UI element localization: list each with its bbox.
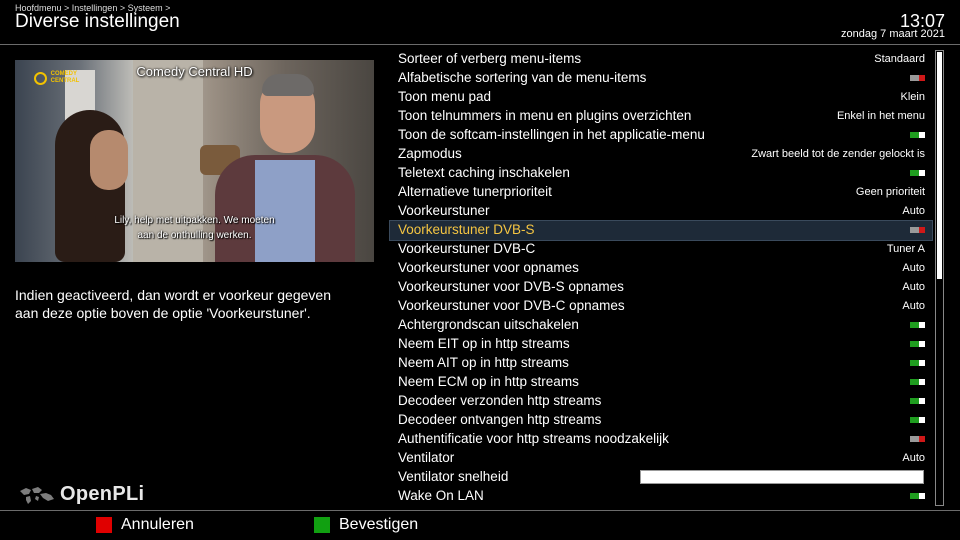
setting-label: Voorkeurstuner DVB-C [398, 241, 536, 256]
channel-name: Comedy Central HD [136, 64, 253, 79]
toggle-switch-icon[interactable] [910, 75, 925, 81]
setting-row[interactable]: Voorkeurstuner DVB-S [389, 220, 933, 241]
setting-label: Decodeer verzonden http streams [398, 393, 602, 408]
setting-row[interactable]: Toon menu pad Klein [390, 88, 932, 107]
subtitle-line-1: Lily, help met uitpakken. We moeten [114, 215, 275, 226]
confirm-label: Bevestigen [339, 516, 419, 533]
setting-row[interactable]: Achtergrondscan uitschakelen [390, 316, 932, 335]
toggle-switch-icon[interactable] [910, 417, 925, 423]
subtitle: Lily, help met uitpakken. We moeten aan … [15, 213, 374, 243]
setting-row[interactable]: Decodeer verzonden http streams [390, 392, 932, 411]
setting-label: Achtergrondscan uitschakelen [398, 317, 579, 332]
setting-label: Voorkeurstuner voor DVB-C opnames [398, 298, 625, 313]
setting-label: Toon menu pad [398, 89, 492, 104]
red-button-icon [96, 517, 112, 533]
setting-value[interactable]: Tuner A [887, 243, 925, 255]
setting-label: Voorkeurstuner voor opnames [398, 260, 579, 275]
setting-row[interactable]: Neem ECM op in http streams [390, 373, 932, 392]
toggle-switch-icon[interactable] [910, 227, 925, 233]
cancel-label: Annuleren [121, 516, 194, 533]
setting-row[interactable]: Sorteer of verberg menu-items Standaard [390, 50, 932, 69]
setting-row[interactable]: Ventilator snelheid [390, 468, 932, 487]
toggle-switch-icon[interactable] [910, 379, 925, 385]
brand-name: OpenPLi [60, 483, 145, 505]
setting-value[interactable]: Auto [902, 300, 925, 312]
setting-row[interactable]: Voorkeurstuner voor opnames Auto [390, 259, 932, 278]
scrollbar-thumb[interactable] [937, 52, 942, 279]
setting-label: Wake On LAN [398, 488, 484, 503]
date: zondag 7 maart 2021 [841, 28, 945, 40]
setting-label: Neem EIT op in http streams [398, 336, 570, 351]
setting-row[interactable]: Voorkeurstuner voor DVB-S opnames Auto [390, 278, 932, 297]
subtitle-line-2: aan de onthulling werken. [137, 230, 252, 241]
setting-row[interactable]: Wake On LAN [390, 487, 932, 506]
setting-label: Neem AIT op in http streams [398, 355, 569, 370]
setting-label: Alfabetische sortering van de menu-items [398, 70, 647, 85]
setting-label: Voorkeurstuner DVB-S [398, 222, 535, 237]
setting-label: Neem ECM op in http streams [398, 374, 579, 389]
description-line-1: Indien geactiveerd, dan wordt er voorkeu… [15, 287, 331, 303]
setting-label: Authentificatie voor http streams noodza… [398, 431, 669, 446]
green-button-icon [314, 517, 330, 533]
setting-row[interactable]: Voorkeurstuner voor DVB-C opnames Auto [390, 297, 932, 316]
page-title: Diverse instellingen [15, 11, 180, 32]
world-map-icon [20, 487, 54, 504]
setting-value[interactable]: Auto [902, 281, 925, 293]
speed-slider[interactable] [640, 470, 924, 484]
setting-value[interactable]: Geen prioriteit [856, 186, 925, 198]
setting-label: Decodeer ontvangen http streams [398, 412, 602, 427]
toggle-switch-icon[interactable] [910, 493, 925, 499]
setting-row[interactable]: Voorkeurstuner DVB-C Tuner A [390, 240, 932, 259]
setting-label: Ventilator [398, 450, 455, 465]
toggle-switch-icon[interactable] [910, 436, 925, 442]
setting-row[interactable]: Toon de softcam-instellingen in het appl… [390, 126, 932, 145]
scene-man-shirt [255, 160, 315, 262]
setting-row[interactable]: Ventilator Auto [390, 449, 932, 468]
setting-label: Alternatieve tunerprioriteit [398, 184, 552, 199]
setting-label: Toon de softcam-instellingen in het appl… [398, 127, 705, 142]
settings-list[interactable]: Sorteer of verberg menu-items Standaard Al… [389, 50, 933, 506]
tv-preview: COMEDY CENTRAL Comedy Central HD Lily, h… [15, 60, 374, 262]
scene-girl-face [90, 130, 128, 190]
toggle-switch-icon[interactable] [910, 170, 925, 176]
setting-value[interactable]: Auto [902, 262, 925, 274]
setting-label: Voorkeurstuner [398, 203, 490, 218]
setting-label: Teletext caching inschakelen [398, 165, 570, 180]
setting-value[interactable]: Zwart beeld tot de zender gelockt is [751, 148, 925, 160]
setting-value[interactable]: Klein [901, 91, 925, 103]
help-description: Indien geactiveerd, dan wordt er voorkeu… [15, 286, 365, 322]
setting-row[interactable]: Neem EIT op in http streams [390, 335, 932, 354]
setting-row[interactable]: Voorkeurstuner Auto [390, 202, 932, 221]
setting-label: Sorteer of verberg menu-items [398, 51, 582, 66]
setting-value[interactable]: Enkel in het menu [837, 110, 925, 122]
setting-row[interactable]: Alternatieve tunerprioriteit Geen priorit… [390, 183, 932, 202]
setting-value[interactable]: Standaard [874, 53, 925, 65]
setting-row[interactable]: Decodeer ontvangen http streams [390, 411, 932, 430]
toggle-switch-icon[interactable] [910, 341, 925, 347]
setting-value[interactable]: Auto [902, 205, 925, 217]
setting-label: Toon telnummers in menu en plugins overz… [398, 108, 692, 123]
header-divider [0, 44, 960, 45]
setting-value[interactable]: Auto [902, 452, 925, 464]
footer: Annuleren Bevestigen [0, 511, 960, 540]
description-line-2: aan deze optie boven de optie 'Voorkeurs… [15, 305, 311, 321]
setting-row[interactable]: Alfabetische sortering van de menu-items [390, 69, 932, 88]
header: Hoofdmenu > Instellingen > Systeem > Div… [0, 0, 960, 44]
toggle-switch-icon[interactable] [910, 322, 925, 328]
toggle-switch-icon[interactable] [910, 398, 925, 404]
setting-label: Ventilator snelheid [398, 469, 509, 484]
setting-label: Zapmodus [398, 146, 462, 161]
scrollbar[interactable] [935, 50, 944, 506]
toggle-switch-icon[interactable] [910, 360, 925, 366]
setting-row[interactable]: Toon telnummers in menu en plugins overz… [390, 107, 932, 126]
setting-row[interactable]: Neem AIT op in http streams [390, 354, 932, 373]
setting-label: Voorkeurstuner voor DVB-S opnames [398, 279, 624, 294]
setting-row[interactable]: Zapmodus Zwart beeld tot de zender gelock… [390, 145, 932, 164]
setting-row[interactable]: Authentificatie voor http streams noodza… [390, 430, 932, 449]
toggle-switch-icon[interactable] [910, 132, 925, 138]
setting-row[interactable]: Teletext caching inschakelen [390, 164, 932, 183]
